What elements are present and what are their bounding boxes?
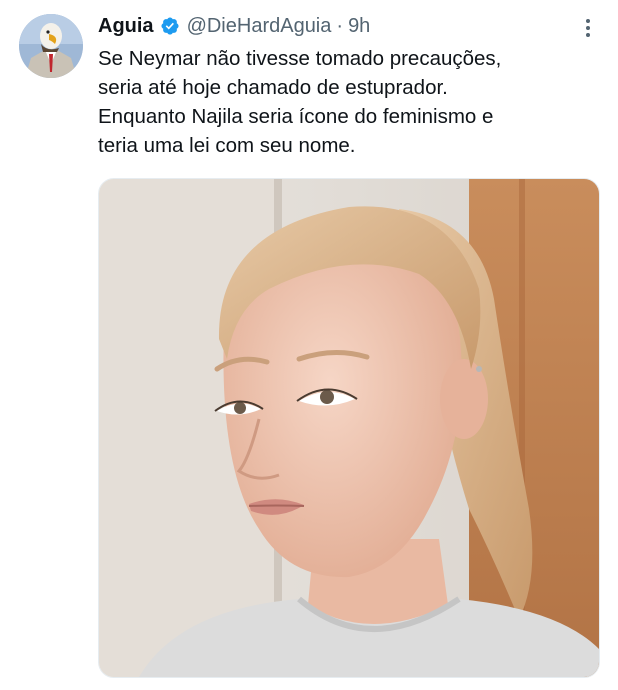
tweet[interactable]: Aguia @DieHardAguia · 9h Se Neymar não t…	[0, 0, 618, 690]
verified-badge-icon[interactable]	[160, 16, 180, 36]
tweet-media-photo[interactable]	[98, 178, 600, 678]
tweet-text-line: seria até hoje chamado de estuprador.	[98, 76, 448, 99]
tweet-text: Se Neymar não tivesse tomado precauções,…	[98, 44, 598, 160]
eagle-avatar-icon	[19, 14, 83, 78]
author-handle[interactable]: @DieHardAguia	[187, 15, 332, 38]
photo-of-woman-with-ponytail	[99, 179, 599, 677]
tweet-timestamp[interactable]: 9h	[348, 15, 370, 38]
author-avatar[interactable]	[19, 14, 83, 78]
more-options-icon[interactable]	[578, 16, 598, 40]
tweet-text-line: teria uma lei com seu nome.	[98, 134, 356, 157]
author-display-name[interactable]: Aguia	[98, 15, 154, 38]
tweet-header: Aguia @DieHardAguia · 9h	[98, 12, 370, 40]
tweet-text-line: Se Neymar não tivesse tomado precauções,	[98, 47, 502, 70]
header-separator: ·	[336, 14, 344, 37]
tweet-text-line: Enquanto Najila seria ícone do feminismo…	[98, 105, 494, 128]
